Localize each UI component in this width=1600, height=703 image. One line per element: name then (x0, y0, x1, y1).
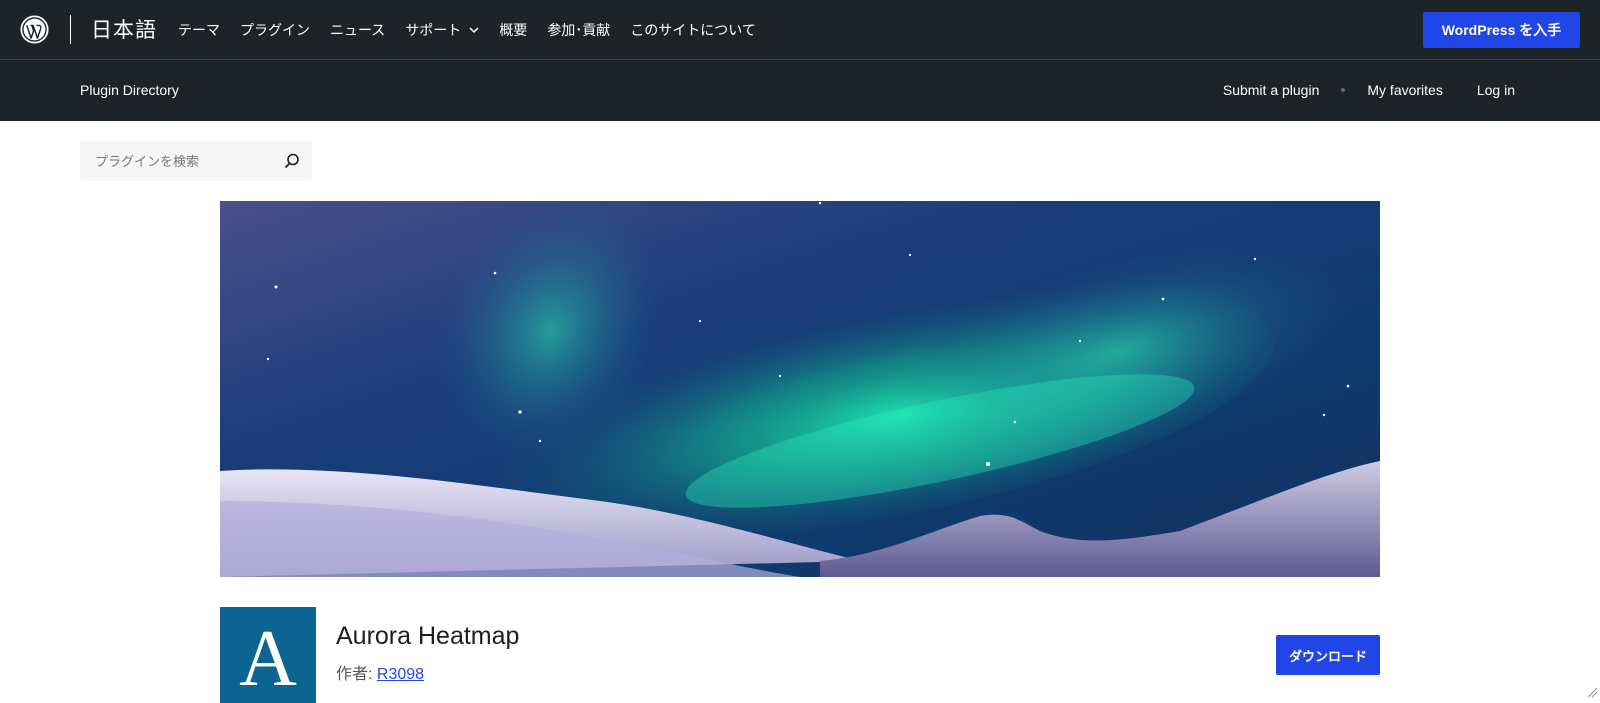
nav-item-label: ニュース (330, 22, 386, 38)
nav-item-label: このサイトについて (630, 22, 756, 38)
global-header: 日本語 テーマ プラグイン ニュース サポート 概要 参加･貢献 このサイトにつ… (0, 0, 1600, 60)
submit-plugin-link[interactable]: Submit a plugin (1223, 82, 1320, 98)
login-link[interactable]: Log in (1477, 82, 1515, 98)
plugin-byline: 作者: R3098 (336, 660, 424, 684)
plugin-icon-letter: A (239, 615, 297, 703)
nav-item-label: 参加･貢献 (547, 22, 611, 38)
nav-item-get-involved[interactable]: 参加･貢献 (547, 20, 610, 40)
nav-item-label: プラグイン (240, 22, 310, 38)
locale-site-name[interactable]: 日本語 (91, 14, 157, 44)
plugin-banner (220, 201, 1380, 577)
wordpress-logo-icon[interactable] (20, 15, 49, 44)
nav-item-news[interactable]: ニュース (330, 20, 385, 40)
nav-item-label: 概要 (499, 22, 528, 38)
nav-item-themes[interactable]: テーマ (178, 20, 220, 40)
plugin-directory-link[interactable]: Plugin Directory (80, 82, 179, 98)
resize-handle-icon[interactable] (1586, 686, 1598, 698)
chevron-down-icon (469, 27, 479, 34)
my-favorites-link[interactable]: My favorites (1367, 82, 1442, 98)
logo-divider (70, 15, 71, 44)
main-navigation: テーマ プラグイン ニュース サポート 概要 参加･貢献 このサイトについて (178, 0, 776, 60)
plugin-search-form (80, 141, 312, 181)
plugin-title: Aurora Heatmap (336, 622, 520, 650)
nav-item-label: テーマ (178, 22, 220, 38)
nav-separator-dot (1341, 88, 1346, 92)
byline-prefix: 作者: (336, 666, 377, 683)
search-button[interactable] (280, 149, 304, 173)
nav-item-about[interactable]: 概要 (499, 20, 527, 40)
author-link[interactable]: R3098 (377, 666, 424, 683)
search-icon (284, 153, 299, 169)
nav-item-about-site[interactable]: このサイトについて (630, 20, 756, 40)
get-wordpress-button[interactable]: WordPress を入手 (1423, 12, 1580, 48)
local-nav-links: Submit a plugin My favorites Log in (1223, 82, 1515, 98)
plugin-icon: A (220, 607, 316, 703)
local-navigation: Plugin Directory Submit a plugin My favo… (0, 60, 1600, 121)
nav-item-support[interactable]: サポート (405, 20, 479, 40)
download-button[interactable]: ダウンロード (1276, 635, 1380, 675)
nav-item-plugins[interactable]: プラグイン (240, 20, 310, 40)
aurora-landscape-image (220, 201, 1380, 577)
nav-item-label: サポート (405, 22, 462, 38)
search-input[interactable] (80, 141, 270, 181)
